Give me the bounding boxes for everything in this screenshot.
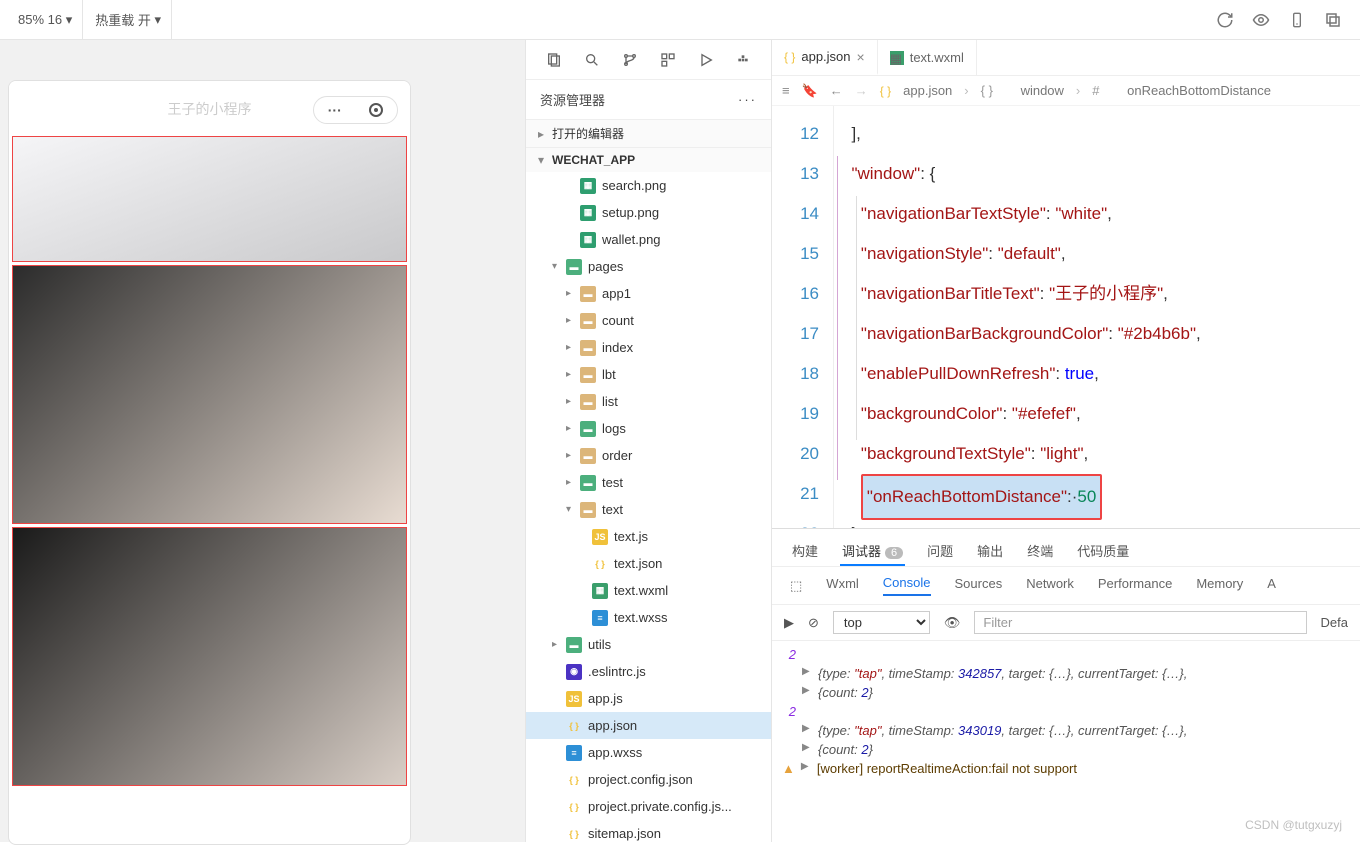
more-icon[interactable]: ··· [738, 92, 757, 107]
file-eslintrc[interactable]: ◉.eslintrc.js [526, 658, 771, 685]
folder-pages[interactable]: ▾▬pages [526, 253, 771, 280]
file-text-wxml[interactable]: ▦text.wxml [526, 577, 771, 604]
inspect-icon[interactable]: ⬚ [790, 578, 802, 594]
list-icon[interactable]: ≡ [782, 83, 790, 98]
devtab-wxml[interactable]: Wxml [826, 576, 859, 595]
file-search-png[interactable]: ▦search.png [526, 172, 771, 199]
device-frame: 王子的小程序 ··· [8, 80, 411, 845]
folder-utils[interactable]: ▸▬utils [526, 631, 771, 658]
list-image[interactable] [12, 265, 407, 524]
panel-tab-problems[interactable]: 问题 [925, 537, 955, 566]
hot-reload-toggle[interactable]: 热重载 开 ▾ [85, 0, 172, 39]
file-tree: ▦search.png ▦setup.png ▦wallet.png ▾▬pag… [526, 172, 771, 847]
console-toolbar: ▶ ⊘ top 👁 Filter Defa [772, 605, 1360, 641]
file-wallet-png[interactable]: ▦wallet.png [526, 226, 771, 253]
eye-icon[interactable] [1252, 11, 1270, 29]
image-list[interactable] [9, 136, 410, 786]
editor-tabs: { }app.json× ▦text.wxml [772, 40, 1360, 76]
panel-tab-build[interactable]: 构建 [790, 537, 820, 566]
list-image[interactable] [12, 136, 407, 262]
editor-pane: { }app.json× ▦text.wxml ≡ 🔖 ← → { }app.j… [772, 40, 1360, 842]
forward-icon[interactable]: → [855, 83, 868, 98]
file-project-private[interactable]: { }project.private.config.js... [526, 793, 771, 820]
devtab-network[interactable]: Network [1026, 576, 1074, 595]
list-image[interactable] [12, 527, 407, 786]
folder-list[interactable]: ▸▬list [526, 388, 771, 415]
live-expression-icon[interactable]: 👁 [944, 615, 961, 631]
folder-logs[interactable]: ▸▬logs [526, 415, 771, 442]
file-sitemap[interactable]: { }sitemap.json [526, 820, 771, 847]
folder-order[interactable]: ▸▬order [526, 442, 771, 469]
open-editors-section[interactable]: ▸打开的编辑器 [526, 119, 771, 147]
docker-icon[interactable] [736, 52, 752, 68]
devtab-memory[interactable]: Memory [1196, 576, 1243, 595]
line-gutter: 121314 151617 181920 212223 [772, 106, 834, 528]
explorer-pane: 资源管理器 ··· ▸打开的编辑器 ▾WECHAT_APP ▦search.pn… [525, 40, 772, 842]
panel-tab-quality[interactable]: 代码质量 [1075, 537, 1131, 566]
folder-app1[interactable]: ▸▬app1 [526, 280, 771, 307]
watermark: CSDN @tutgxuzyj [1245, 818, 1342, 832]
project-section[interactable]: ▾WECHAT_APP [526, 147, 771, 172]
capsule-more-icon[interactable]: ··· [328, 102, 342, 118]
files-icon[interactable] [546, 52, 562, 68]
extensions-icon[interactable] [660, 52, 676, 68]
file-app-js[interactable]: JSapp.js [526, 685, 771, 712]
folder-text[interactable]: ▾▬text [526, 496, 771, 523]
search-icon[interactable] [584, 52, 600, 68]
panel-tab-terminal[interactable]: 终端 [1025, 537, 1055, 566]
devtab-console[interactable]: Console [883, 575, 931, 596]
clear-console-icon[interactable]: ⊘ [808, 615, 819, 631]
refresh-icon[interactable] [1216, 11, 1234, 29]
file-text-json[interactable]: { }text.json [526, 550, 771, 577]
file-setup-png[interactable]: ▦setup.png [526, 199, 771, 226]
file-text-wxss[interactable]: ≡text.wxss [526, 604, 771, 631]
branch-icon[interactable] [622, 52, 638, 68]
folder-lbt[interactable]: ▸▬lbt [526, 361, 771, 388]
devtab-more[interactable]: A [1267, 576, 1276, 595]
file-app-wxss[interactable]: ≡app.wxss [526, 739, 771, 766]
devtab-performance[interactable]: Performance [1098, 576, 1172, 595]
capsule-button[interactable]: ··· [313, 96, 398, 124]
tab-app-json[interactable]: { }app.json× [772, 40, 878, 75]
phone-icon[interactable] [1288, 11, 1306, 29]
crumb-prop[interactable]: onReachBottomDistance [1127, 83, 1271, 98]
file-app-json[interactable]: { }app.json [526, 712, 771, 739]
bookmark-icon[interactable]: 🔖 [802, 83, 818, 99]
top-toolbar: 85% 16 ▾ 热重载 开 ▾ [0, 0, 1360, 40]
back-icon[interactable]: ← [830, 83, 843, 98]
crumb-window[interactable]: window [1021, 83, 1064, 98]
capsule-close-icon[interactable] [369, 103, 383, 117]
explorer-toolbar [526, 40, 771, 80]
windows-icon[interactable] [1324, 11, 1342, 29]
filter-input[interactable]: Filter [974, 611, 1306, 634]
simulator-pane: 王子的小程序 ··· [0, 40, 525, 842]
panel-tab-debugger[interactable]: 调试器6 [840, 537, 905, 566]
explorer-title: 资源管理器 ··· [526, 80, 771, 119]
close-icon[interactable]: × [857, 49, 865, 65]
folder-index[interactable]: ▸▬index [526, 334, 771, 361]
folder-test[interactable]: ▸▬test [526, 469, 771, 496]
panel-tabs: 构建 调试器6 问题 输出 终端 代码质量 [772, 529, 1360, 567]
default-levels[interactable]: Defa [1321, 615, 1348, 630]
debug-icon[interactable] [698, 52, 714, 68]
play-icon[interactable]: ▶ [784, 615, 794, 631]
mini-program-title: 王子的小程序 [168, 99, 252, 119]
folder-count[interactable]: ▸▬count [526, 307, 771, 334]
devtools-tabs: ⬚ Wxml Console Sources Network Performan… [772, 567, 1360, 605]
crumb-file[interactable]: app.json [903, 83, 952, 98]
tab-text-wxml[interactable]: ▦text.wxml [878, 40, 977, 75]
warning-icon: ▲ [782, 761, 795, 776]
file-project-config[interactable]: { }project.config.json [526, 766, 771, 793]
panel-tab-output[interactable]: 输出 [975, 537, 1005, 566]
highlighted-line: "onReachBottomDistance":·50 [861, 474, 1102, 520]
zoom-level[interactable]: 85% 16 ▾ [8, 0, 83, 39]
devtab-sources[interactable]: Sources [955, 576, 1003, 595]
file-text-js[interactable]: JStext.js [526, 523, 771, 550]
bottom-panel: 构建 调试器6 问题 输出 终端 代码质量 ⬚ Wxml Console Sou… [772, 528, 1360, 842]
device-nav-bar: 王子的小程序 ··· [9, 81, 410, 136]
code-editor[interactable]: 121314 151617 181920 212223 ], "window":… [772, 106, 1360, 528]
context-select[interactable]: top [833, 611, 930, 634]
console-output[interactable]: 2 ▶{type: "tap", timeStamp: 342857, targ… [772, 641, 1360, 842]
breadcrumb-bar: ≡ 🔖 ← → { }app.json ›{ } window ›# onRea… [772, 76, 1360, 106]
